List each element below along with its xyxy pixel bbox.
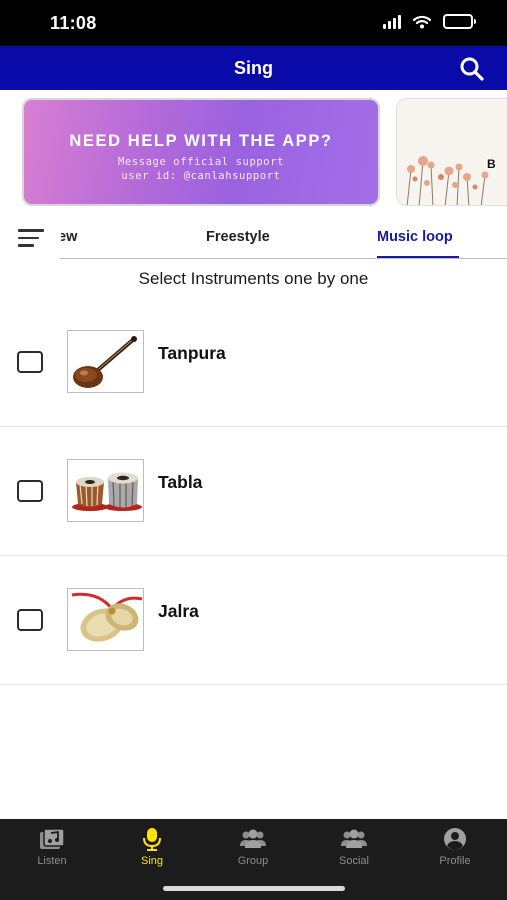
flowers-banner[interactable]: B (396, 98, 507, 206)
instrument-checkbox[interactable] (17, 480, 43, 502)
app-header: Sing (0, 46, 507, 90)
microphone-icon (143, 828, 161, 851)
music-library-icon (40, 828, 65, 849)
status-icons (383, 14, 476, 29)
menu-icon[interactable] (18, 229, 44, 251)
tab-bar: ew Freestyle Music loop (0, 215, 507, 259)
social-icon (341, 829, 367, 848)
home-indicator (163, 886, 345, 891)
nav-listen[interactable]: Listen (17, 827, 87, 867)
banner-letter: B (487, 157, 496, 171)
nav-label: Profile (439, 855, 471, 867)
profile-icon (444, 828, 466, 850)
tab-music-loop[interactable]: Music loop (377, 229, 453, 245)
nav-group[interactable]: Group (218, 827, 288, 867)
status-time: 11:08 (50, 13, 97, 33)
status-bar: 11:08 (0, 0, 507, 46)
group-icon (240, 829, 266, 848)
list-item[interactable]: Jalra (0, 556, 507, 685)
instrument-name: Tanpura (158, 343, 226, 363)
page-title: Sing (234, 58, 273, 78)
tab-freestyle[interactable]: Freestyle (206, 229, 270, 245)
banner-carousel[interactable]: NEED HELP WITH THE APP? Message official… (0, 90, 507, 215)
jalra-image (67, 588, 144, 651)
list-item[interactable]: Tanpura (0, 298, 507, 427)
instrument-name: Jalra (158, 601, 199, 621)
banner-subtitle: Message official support (117, 156, 285, 168)
instrument-name: Tabla (158, 472, 203, 492)
flowers-image (406, 156, 489, 205)
instrument-checkbox[interactable] (17, 609, 43, 631)
tabla-image (67, 459, 144, 522)
list-item[interactable]: Tabla (0, 427, 507, 556)
nav-label: Group (237, 855, 269, 867)
instrument-checkbox[interactable] (17, 351, 43, 373)
nav-label: Sing (140, 855, 164, 867)
cellular-signal-icon (383, 14, 401, 29)
instruction-text: Select Instruments one by one (138, 269, 369, 288)
support-banner[interactable]: NEED HELP WITH THE APP? Message official… (22, 98, 380, 206)
banner-title: NEED HELP WITH THE APP? (69, 132, 333, 150)
nav-social[interactable]: Social (319, 827, 389, 867)
nav-sing[interactable]: Sing (117, 827, 187, 867)
tab-divider (60, 258, 507, 259)
tanpura-image (67, 330, 144, 393)
nav-label: Listen (37, 855, 67, 867)
battery-icon (443, 14, 476, 29)
search-icon[interactable] (459, 56, 485, 82)
wifi-icon (413, 15, 431, 28)
nav-label: Social (339, 855, 369, 867)
banner-user-id: user id: @canlahsupport (121, 170, 281, 182)
tab-new[interactable]: ew (61, 229, 77, 245)
nav-profile[interactable]: Profile (420, 827, 490, 867)
